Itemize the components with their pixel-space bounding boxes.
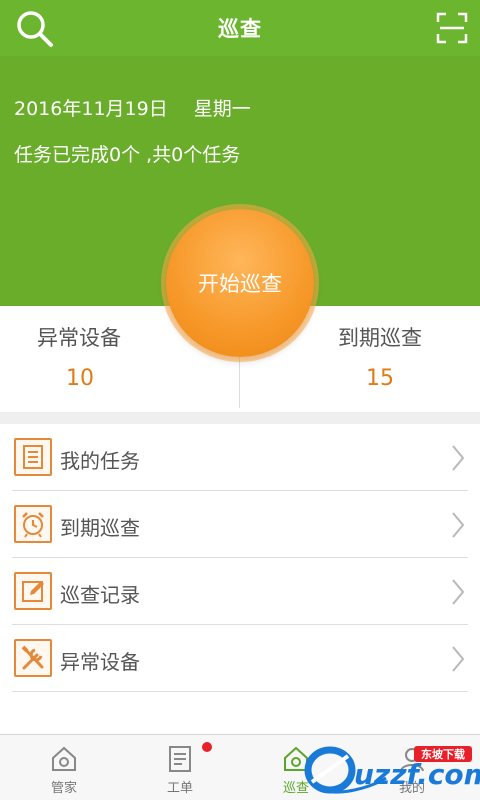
screen: 巡查 2016年11月19日 星期一 任务已完成0个 ,共0个任务 开始巡查 异常… (0, 0, 480, 800)
tab-label: 管家 (50, 781, 77, 796)
weekday-text: 星期一 (193, 98, 251, 120)
tab-housekeeper[interactable]: 管家 (4, 735, 124, 800)
date-text: 2016年11月19日 (14, 98, 168, 120)
menu-item-label: 异常设备 (60, 650, 140, 674)
start-patrol-button[interactable]: 开始巡查 (166, 209, 314, 357)
work-order-icon (169, 746, 191, 772)
menu-item-label: 我的任务 (60, 449, 140, 473)
notification-badge (202, 742, 212, 752)
tab-work-order[interactable]: 工单 (120, 735, 240, 800)
menu-item-abnormal-devices[interactable]: 异常设备 (12, 625, 468, 692)
start-patrol-label: 开始巡查 (198, 272, 282, 296)
scan-button[interactable] (436, 12, 468, 44)
date-line: 2016年11月19日 星期一 (14, 94, 251, 121)
stat-label: 异常设备 (37, 326, 121, 350)
chevron-right-icon (452, 646, 465, 672)
edit-record-icon (14, 572, 52, 610)
chevron-right-icon (452, 445, 465, 471)
menu-list: 我的任务 到期巡查 巡查记录 异常设备 (0, 424, 480, 692)
search-button[interactable] (14, 8, 56, 50)
page-title: 巡查 (218, 17, 262, 41)
tools-icon (14, 639, 52, 677)
menu-item-patrol-records[interactable]: 巡查记录 (12, 558, 468, 625)
stat-value: 10 (66, 366, 94, 391)
chevron-right-icon (452, 512, 465, 538)
stat-value: 15 (366, 366, 394, 391)
app-header: 巡查 (0, 0, 480, 56)
menu-item-label: 到期巡查 (60, 516, 140, 540)
site-watermark: 东坡下载 uzzf.com (290, 738, 480, 798)
chevron-right-icon (452, 579, 465, 605)
document-list-icon (14, 438, 52, 476)
watermark-text: uzzf.com (354, 758, 480, 791)
alarm-clock-icon (14, 505, 52, 543)
home-icon (52, 746, 76, 771)
menu-item-label: 巡查记录 (60, 583, 140, 607)
tab-label: 工单 (166, 781, 193, 796)
menu-item-due-patrols[interactable]: 到期巡查 (12, 491, 468, 558)
task-status-text: 任务已完成0个 ,共0个任务 (14, 144, 241, 166)
search-icon (17, 11, 53, 47)
menu-item-my-tasks[interactable]: 我的任务 (12, 424, 468, 491)
scan-icon (436, 12, 468, 44)
section-gap (0, 412, 480, 424)
